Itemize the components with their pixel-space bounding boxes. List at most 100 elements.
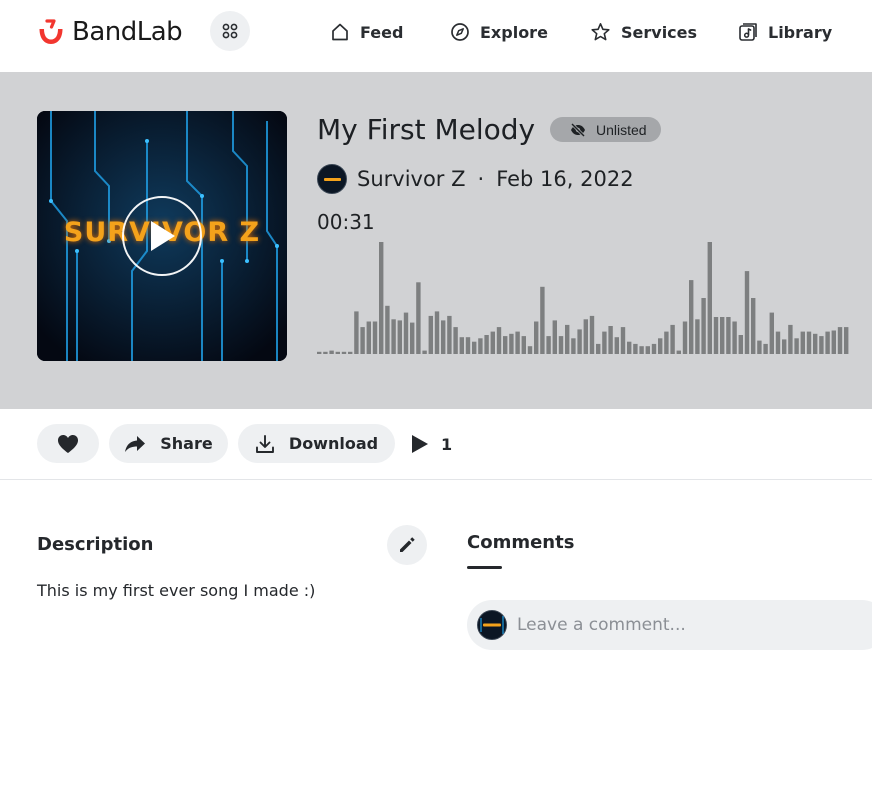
nav-library[interactable]: Library	[738, 18, 832, 46]
waveform-bar	[354, 311, 359, 354]
waveform-bar	[676, 350, 681, 354]
waveform-bar	[732, 321, 737, 354]
description-text: This is my first ever song I made :)	[37, 581, 316, 600]
compass-icon	[451, 23, 469, 41]
waveform-bar	[608, 326, 613, 354]
waveform-bar	[317, 351, 322, 354]
star-icon	[591, 23, 610, 41]
waveform-bar	[831, 330, 836, 354]
waveform-bar	[589, 315, 595, 354]
waveform-bar	[558, 336, 564, 354]
waveform-bar	[571, 338, 576, 354]
waveform-bar	[627, 341, 632, 354]
artist-name[interactable]: Survivor Z	[357, 167, 466, 191]
share-arrow-icon	[125, 435, 146, 452]
waveform-bar	[645, 346, 650, 354]
waveform-bar	[453, 327, 458, 354]
waveform-bar	[664, 331, 669, 354]
waveform-bar	[329, 350, 334, 354]
waveform-bar	[372, 321, 378, 354]
waveform-bar	[335, 351, 340, 354]
nav-library-label: Library	[768, 22, 833, 42]
waveform[interactable]	[317, 238, 872, 354]
waveform-bar	[689, 280, 694, 354]
nav-explore-label: Explore	[480, 22, 548, 42]
nav-services[interactable]: Services	[590, 18, 697, 46]
separator-dot: ·	[477, 167, 485, 191]
waveform-bar	[825, 331, 830, 354]
waveform-bar	[447, 315, 452, 354]
waveform-bar	[410, 322, 415, 354]
waveform-bar	[552, 320, 557, 354]
comment-composer	[467, 600, 872, 650]
waveform-bar	[348, 351, 353, 354]
description-heading: Description	[37, 534, 154, 555]
release-date: Feb 16, 2022	[496, 167, 634, 191]
nav-feed[interactable]: Feed	[330, 18, 403, 46]
download-icon	[255, 434, 274, 453]
waveform-bar	[472, 341, 477, 354]
waveform-bar	[441, 320, 446, 354]
waveform-bar	[379, 242, 384, 354]
waveform-bar	[782, 339, 787, 354]
waveform-bar	[385, 305, 390, 354]
visibility-badge: Unlisted	[550, 117, 661, 142]
track-cover-art[interactable]: SURVIVOR Z	[37, 111, 287, 361]
visibility-label: Unlisted	[596, 121, 647, 138]
waveform-bar	[416, 282, 421, 354]
waveform-bar	[813, 333, 818, 354]
waveform-bar	[751, 298, 756, 354]
waveform-bar	[323, 351, 328, 354]
download-label: Download	[288, 434, 379, 453]
nav-services-label: Services	[621, 22, 698, 42]
waveform-bar	[800, 331, 805, 354]
waveform-bar	[769, 312, 774, 354]
track-hero: SURVIVOR Z My First Melody Unlisted Surv…	[0, 72, 872, 409]
download-button[interactable]: Download	[238, 424, 395, 463]
comment-input[interactable]	[517, 608, 857, 642]
track-actions-bar: Share Download 1	[0, 409, 872, 480]
track-duration: 00:31	[317, 210, 375, 234]
home-icon	[332, 23, 348, 41]
edit-description-button[interactable]	[387, 525, 427, 565]
waveform-bar	[565, 324, 570, 354]
waveform-bar	[366, 321, 371, 354]
waveform-bar	[397, 320, 402, 354]
apps-menu-button[interactable]	[210, 11, 250, 51]
waveform-bar	[713, 317, 719, 354]
music-library-icon	[739, 23, 757, 41]
bandlab-logo[interactable]: BandLab	[36, 16, 183, 48]
waveform-bar	[844, 327, 849, 354]
waveform-bar	[540, 286, 545, 354]
brand-name: BandLab	[72, 17, 183, 47]
grid-icon	[222, 23, 238, 39]
share-button[interactable]: Share	[109, 424, 228, 463]
waveform-bar	[651, 343, 657, 354]
waveform-bar	[509, 333, 514, 354]
artist-avatar[interactable]	[317, 164, 347, 194]
play-button[interactable]	[122, 196, 202, 276]
waveform-bar	[707, 242, 712, 354]
waveform-bar	[503, 336, 508, 354]
nav-explore[interactable]: Explore	[450, 18, 548, 46]
waveform-bar	[775, 331, 781, 354]
top-navigation-bar: BandLab Feed Explore Services Library	[0, 0, 872, 72]
waveform-bar	[546, 336, 551, 354]
waveform-bar	[670, 324, 675, 354]
waveform-bar	[633, 343, 638, 354]
pencil-icon	[400, 537, 415, 552]
like-button[interactable]	[37, 424, 99, 463]
waveform-bar	[577, 329, 582, 354]
waveform-bar	[478, 338, 483, 354]
waveform-bar	[434, 311, 440, 354]
waveform-bar	[682, 321, 688, 354]
waveform-bar	[521, 336, 526, 354]
waveform-bar	[738, 335, 743, 354]
play-icon	[151, 221, 175, 251]
tab-comments[interactable]: Comments	[467, 532, 574, 553]
play-count-value: 1	[441, 434, 453, 454]
waveform-bar	[701, 298, 706, 354]
waveform-bar	[639, 346, 644, 354]
waveform-bar	[596, 343, 601, 354]
waveform-bar	[614, 337, 619, 354]
